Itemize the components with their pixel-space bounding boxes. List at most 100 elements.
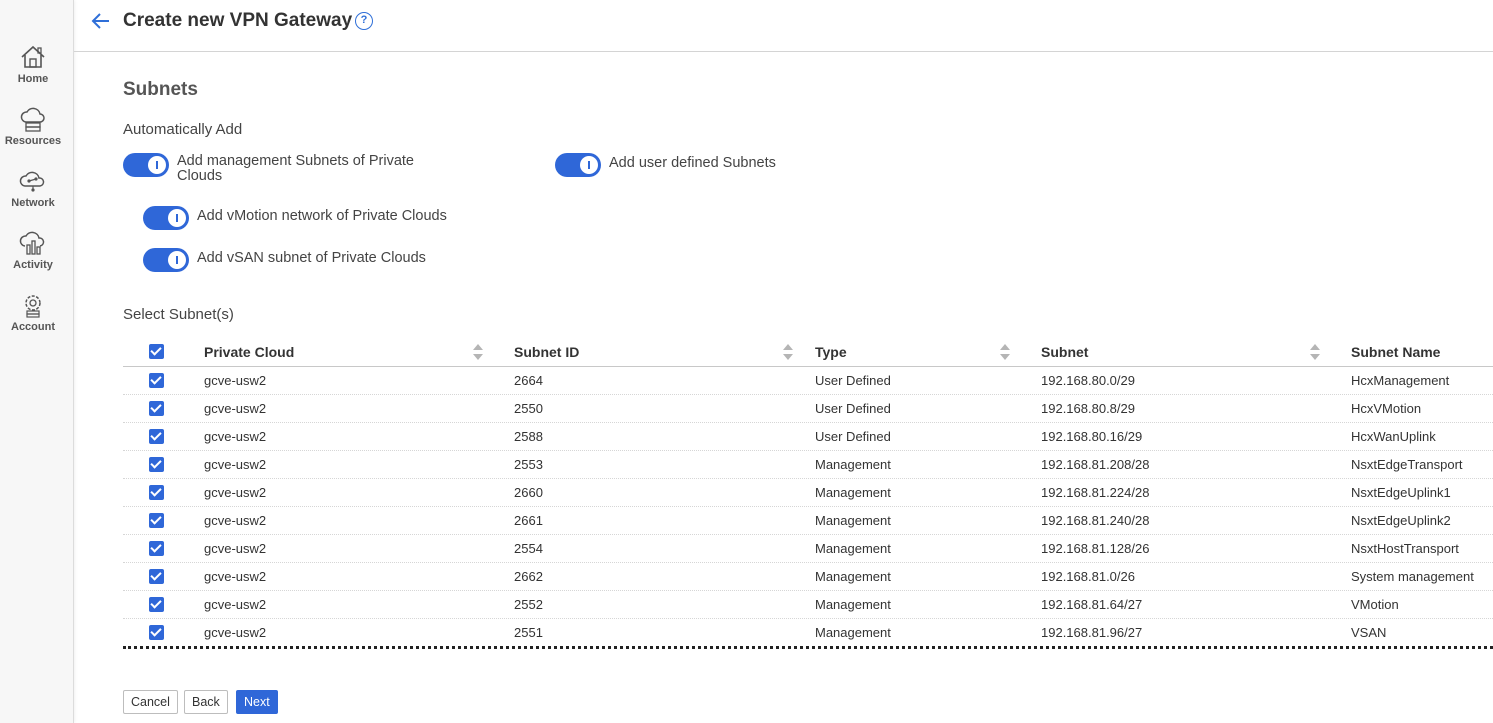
- back-button[interactable]: Back: [184, 690, 228, 714]
- page-header: Create new VPN Gateway ?: [74, 0, 1493, 52]
- section-title: Subnets: [123, 79, 198, 100]
- cancel-button[interactable]: Cancel: [123, 690, 178, 714]
- row-checkbox[interactable]: [149, 569, 164, 584]
- cell-subnet-name: HcxWanUplink: [1351, 429, 1436, 444]
- sort-icon[interactable]: [473, 344, 483, 360]
- column-header-type[interactable]: Type: [815, 344, 847, 360]
- row-checkbox[interactable]: [149, 429, 164, 444]
- cell-subnet-id: 2552: [514, 597, 543, 612]
- table-row[interactable]: gcve-usw2 2551 Management 192.168.81.96/…: [123, 619, 1493, 649]
- row-checkbox[interactable]: [149, 457, 164, 472]
- sidebar-item-resources[interactable]: Resources: [0, 104, 66, 147]
- next-button[interactable]: Next: [236, 690, 278, 714]
- select-all-checkbox[interactable]: [149, 344, 164, 359]
- cell-subnet: 192.168.81.96/27: [1041, 625, 1143, 640]
- table-row[interactable]: gcve-usw2 2554 Management 192.168.81.128…: [123, 535, 1493, 563]
- cell-subnet-name: HcxVMotion: [1351, 401, 1422, 416]
- cell-private-cloud: gcve-usw2: [204, 513, 267, 528]
- toggle-vmotion-label: Add vMotion network of Private Clouds: [197, 208, 447, 224]
- cell-subnet-name: NsxtEdgeUplink1: [1351, 485, 1451, 500]
- table-row[interactable]: gcve-usw2 2588 User Defined 192.168.80.1…: [123, 423, 1493, 451]
- toggle-knob: [580, 156, 598, 174]
- toggle-knob: [168, 209, 186, 227]
- cell-subnet: 192.168.81.224/28: [1041, 485, 1150, 500]
- toggle-knob: [168, 251, 186, 269]
- column-header-subnet-name[interactable]: Subnet Name: [1351, 344, 1440, 360]
- cell-private-cloud: gcve-usw2: [204, 569, 267, 584]
- cell-type: User Defined: [815, 429, 891, 444]
- sort-icon[interactable]: [1000, 344, 1010, 360]
- sort-icon[interactable]: [783, 344, 793, 360]
- cell-private-cloud: gcve-usw2: [204, 625, 267, 640]
- cell-private-cloud: gcve-usw2: [204, 401, 267, 416]
- cloud-server-icon: [20, 107, 45, 132]
- home-icon: [21, 45, 45, 68]
- table-row[interactable]: gcve-usw2 2662 Management 192.168.81.0/2…: [123, 563, 1493, 591]
- toggle-vmotion-network[interactable]: [143, 206, 189, 230]
- table-row[interactable]: gcve-usw2 2660 Management 192.168.81.224…: [123, 479, 1493, 507]
- cell-type: Management: [815, 597, 891, 612]
- sidebar-item-activity[interactable]: Activity: [0, 228, 66, 271]
- column-header-subnet[interactable]: Subnet: [1041, 344, 1088, 360]
- cell-subnet: 192.168.81.64/27: [1041, 597, 1143, 612]
- column-header-private-cloud[interactable]: Private Cloud: [204, 344, 294, 360]
- cell-private-cloud: gcve-usw2: [204, 541, 267, 556]
- select-subnets-heading: Select Subnet(s): [123, 306, 234, 323]
- row-checkbox[interactable]: [149, 401, 164, 416]
- row-checkbox[interactable]: [149, 485, 164, 500]
- row-checkbox[interactable]: [149, 597, 164, 612]
- sort-icon[interactable]: [1310, 344, 1320, 360]
- toggle-knob: [148, 156, 166, 174]
- cell-subnet-id: 2550: [514, 401, 543, 416]
- table-row[interactable]: gcve-usw2 2553 Management 192.168.81.208…: [123, 451, 1493, 479]
- toggle-vsan-subnet[interactable]: [143, 248, 189, 272]
- row-checkbox[interactable]: [149, 625, 164, 640]
- cell-type: User Defined: [815, 401, 891, 416]
- table-row[interactable]: gcve-usw2 2552 Management 192.168.81.64/…: [123, 591, 1493, 619]
- sidebar-item-label: Resources: [4, 135, 62, 147]
- cell-subnet-id: 2588: [514, 429, 543, 444]
- cell-type: Management: [815, 625, 891, 640]
- toggle-management-label: Add management Subnets of Private Clouds: [177, 153, 414, 184]
- sidebar-item-label: Activity: [13, 259, 53, 271]
- back-arrow-icon[interactable]: [90, 10, 112, 32]
- cell-type: Management: [815, 485, 891, 500]
- table-body: gcve-usw2 2664 User Defined 192.168.80.0…: [123, 367, 1493, 649]
- cell-subnet: 192.168.80.8/29: [1041, 401, 1135, 416]
- cell-private-cloud: gcve-usw2: [204, 457, 267, 472]
- network-cloud-icon: [19, 171, 45, 192]
- cell-subnet-name: NsxtHostTransport: [1351, 541, 1459, 556]
- sidebar-item-label: Account: [11, 321, 55, 333]
- row-checkbox[interactable]: [149, 373, 164, 388]
- cell-subnet-name: NsxtEdgeUplink2: [1351, 513, 1451, 528]
- table-row[interactable]: gcve-usw2 2550 User Defined 192.168.80.8…: [123, 395, 1493, 423]
- table-row[interactable]: gcve-usw2 2664 User Defined 192.168.80.0…: [123, 367, 1493, 395]
- cell-subnet: 192.168.81.208/28: [1041, 457, 1150, 472]
- cell-subnet: 192.168.81.128/26: [1041, 541, 1150, 556]
- toggle-vsan-label: Add vSAN subnet of Private Clouds: [197, 250, 426, 266]
- cell-type: Management: [815, 569, 891, 584]
- cell-subnet-id: 2664: [514, 373, 543, 388]
- activity-chart-icon: [19, 231, 45, 255]
- row-checkbox[interactable]: [149, 513, 164, 528]
- table-row[interactable]: gcve-usw2 2661 Management 192.168.81.240…: [123, 507, 1493, 535]
- sidebar-item-label: Network: [11, 197, 55, 209]
- sidebar: Home Resources Network Activity Account: [0, 0, 74, 723]
- cell-subnet-name: VSAN: [1351, 625, 1387, 640]
- sidebar-item-account[interactable]: Account: [0, 290, 66, 333]
- toggle-user-defined-label: Add user defined Subnets: [609, 155, 776, 171]
- row-checkbox[interactable]: [149, 541, 164, 556]
- toggle-management-subnets[interactable]: [123, 153, 169, 177]
- cell-type: Management: [815, 513, 891, 528]
- sidebar-item-home[interactable]: Home: [0, 42, 66, 85]
- cell-private-cloud: gcve-usw2: [204, 373, 267, 388]
- cell-subnet-id: 2660: [514, 485, 543, 500]
- cell-type: User Defined: [815, 373, 891, 388]
- toggle-user-defined-subnets[interactable]: [555, 153, 601, 177]
- help-icon[interactable]: ?: [355, 12, 373, 30]
- sidebar-item-network[interactable]: Network: [0, 166, 66, 209]
- cell-subnet-name: VMotion: [1351, 597, 1399, 612]
- column-header-subnet-id[interactable]: Subnet ID: [514, 344, 579, 360]
- cell-subnet: 192.168.81.0/26: [1041, 569, 1135, 584]
- cell-private-cloud: gcve-usw2: [204, 485, 267, 500]
